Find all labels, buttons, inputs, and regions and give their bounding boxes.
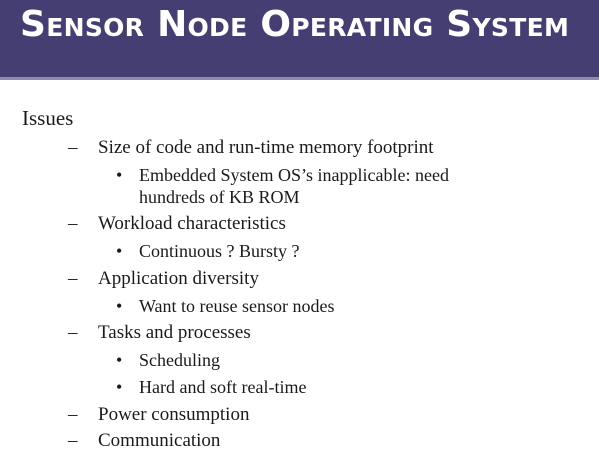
dash-marker: – [68, 430, 78, 451]
bullet-marker: • [116, 165, 123, 185]
bullet-marker: • [116, 350, 123, 370]
slide-content: Issues – Size of code and run-time memor… [0, 0, 599, 462]
issue-item-power: Power consumption [98, 404, 250, 425]
dash-marker: – [68, 404, 78, 425]
dash-marker: – [68, 213, 78, 234]
subitem-embedded-os: Embedded System OS’s inapplicable: need [139, 165, 449, 185]
issue-item-workload: Workload characteristics [98, 213, 286, 234]
bullet-marker: • [116, 377, 123, 397]
dash-marker: – [68, 268, 78, 289]
issue-item-code-size: Size of code and run-time memory footpri… [98, 137, 434, 158]
issue-item-tasks: Tasks and processes [98, 322, 251, 343]
subitem-reuse-nodes: Want to reuse sensor nodes [139, 296, 335, 316]
issue-item-app-diversity: Application diversity [98, 268, 259, 289]
dash-marker: – [68, 322, 78, 343]
issues-heading: Issues [22, 106, 74, 130]
subitem-scheduling: Scheduling [139, 350, 220, 370]
bullet-marker: • [116, 241, 123, 261]
subitem-realtime: Hard and soft real-time [139, 377, 307, 397]
subitem-continuous-bursty: Continuous ? Bursty ? [139, 241, 300, 261]
bullet-marker: • [116, 296, 123, 316]
dash-marker: – [68, 137, 78, 158]
issue-item-communication: Communication [98, 430, 221, 451]
subitem-embedded-os-cont: hundreds of KB ROM [139, 187, 300, 207]
